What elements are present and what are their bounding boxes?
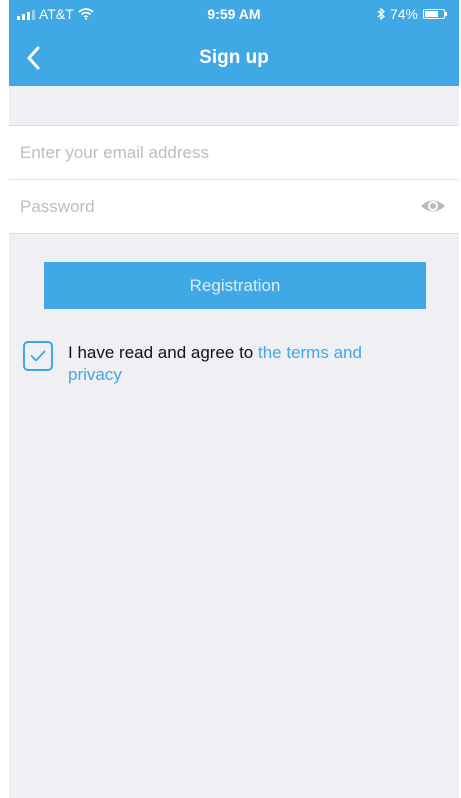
- signup-form: [9, 125, 459, 234]
- nav-bar: Sign up: [9, 30, 459, 86]
- signup-screen: AT&T 9:59 AM 74% Sign up Enter your emai…: [9, 0, 459, 798]
- password-input[interactable]: [9, 180, 400, 233]
- header: AT&T 9:59 AM 74% Sign up: [9, 0, 459, 86]
- status-right: 74%: [377, 6, 447, 22]
- eye-icon[interactable]: [419, 196, 447, 216]
- battery-icon: [423, 9, 447, 19]
- password-row: [9, 179, 459, 233]
- agreement-label: I have read and agree to: [68, 343, 258, 362]
- status-bar: AT&T 9:59 AM 74%: [9, 0, 459, 30]
- registration-button[interactable]: Registration: [44, 262, 426, 309]
- bluetooth-icon: [377, 8, 385, 20]
- battery-fill: [425, 11, 439, 17]
- page-title: Sign up: [199, 47, 269, 68]
- email-input[interactable]: [9, 126, 400, 179]
- agreement-text: I have read and agree to the terms and p…: [68, 342, 408, 386]
- email-row: [9, 126, 459, 179]
- agree-checkbox[interactable]: [23, 341, 53, 371]
- battery-percent: 74%: [389, 6, 418, 22]
- checkmark-icon: [30, 350, 46, 362]
